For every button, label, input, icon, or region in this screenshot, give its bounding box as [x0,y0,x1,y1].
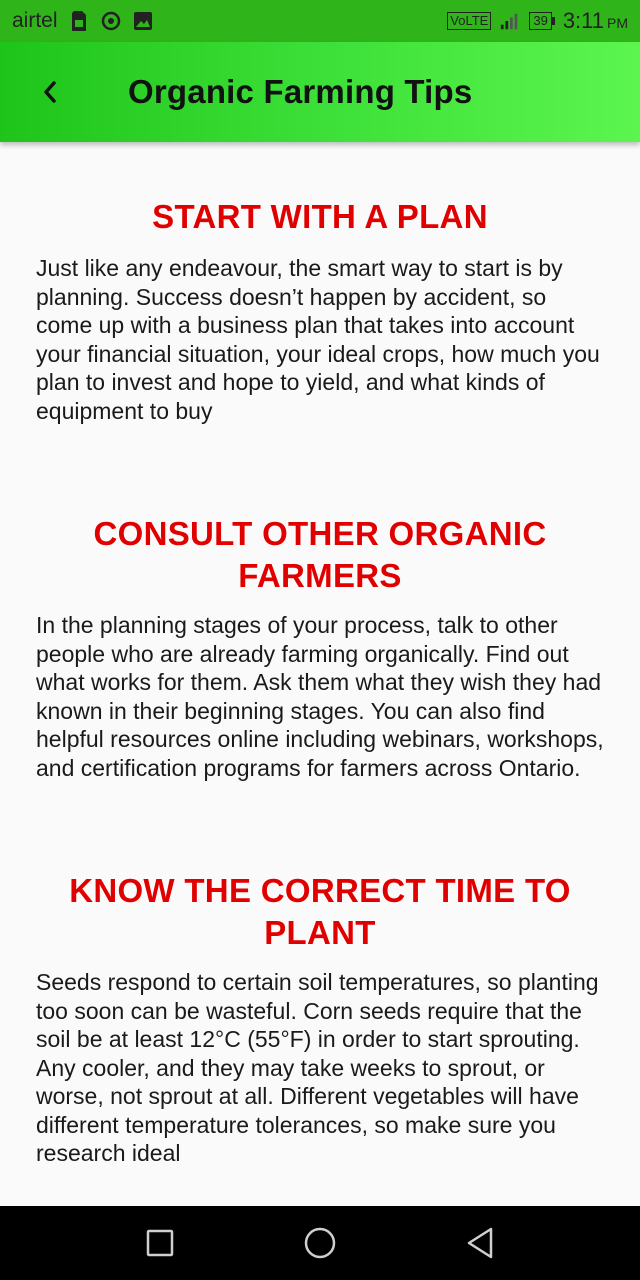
back-button[interactable] [20,62,80,122]
recents-button[interactable] [130,1213,190,1273]
tip-section: START WITH A PLAN Just like any endeavou… [0,196,640,425]
nav-back-button[interactable] [450,1213,510,1273]
tip-section: KNOW THE CORRECT TIME TO PLANT Seeds res… [0,870,640,1168]
tip-body: Just like any endeavour, the smart way t… [36,255,600,424]
screen: airtel VoLTE 39 3:11 PM Organic Farming … [0,0,640,1280]
battery-level: 39 [529,12,552,30]
status-bar: airtel VoLTE 39 3:11 PM [0,0,640,42]
signal-icon [499,10,521,32]
triangle-back-icon [467,1227,493,1259]
carrier-label: airtel [12,9,58,32]
home-button[interactable] [290,1213,350,1273]
square-icon [146,1229,174,1257]
image-notification-icon [132,10,154,32]
hotspot-icon [100,10,122,32]
app-bar: Organic Farming Tips [0,42,640,142]
tip-body: Seeds respond to certain soil temperatur… [36,969,599,1166]
tip-section: CONSULT OTHER ORGANIC FARMERS In the pla… [0,513,640,782]
battery-indicator: 39 [529,12,555,30]
tip-heading: CONSULT OTHER ORGANIC FARMERS [93,515,547,594]
status-clock: 3:11 PM [563,8,628,34]
volte-badge: VoLTE [447,12,492,30]
clock-time: 3:11 [562,8,604,33]
tip-body: In the planning stages of your process, … [36,612,604,781]
system-nav-bar [0,1206,640,1280]
battery-tip [551,17,555,25]
page-title: Organic Farming Tips [128,73,473,110]
tip-heading: KNOW THE CORRECT TIME TO PLANT [69,872,571,951]
chevron-left-icon [44,81,56,103]
status-left: airtel [12,9,154,33]
clock-ampm: PM [607,15,628,31]
status-right: VoLTE 39 3:11 PM [447,8,628,34]
sim-card-icon [68,10,90,32]
tips-scroll-view[interactable]: START WITH A PLAN Just like any endeavou… [0,142,640,1206]
tip-heading: START WITH A PLAN [152,198,488,235]
circle-icon [304,1227,336,1259]
